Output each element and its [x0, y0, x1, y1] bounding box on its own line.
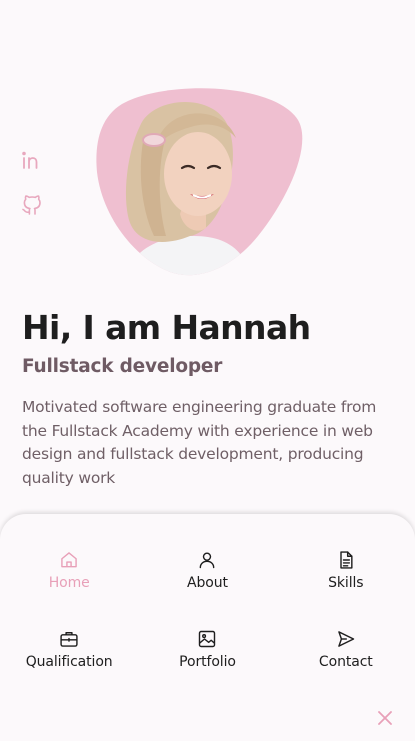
hero-subtitle: Fullstack developer: [22, 356, 223, 377]
image-icon: [199, 630, 216, 648]
social-links: [20, 148, 44, 216]
nav-label-qualification: Qualification: [25, 654, 113, 670]
nav-label-portfolio: Portfolio: [179, 654, 236, 670]
file-icon: [340, 551, 353, 569]
nav-item-portfolio[interactable]: Portfolio: [138, 629, 276, 670]
briefcase-icon: [60, 632, 78, 647]
nav-item-about[interactable]: About: [138, 550, 276, 591]
nav-label-contact: Contact: [318, 654, 373, 670]
nav-label-home: Home: [48, 575, 90, 591]
nav-label-about: About: [187, 575, 228, 591]
hero-title: Hi, I am Hannah: [22, 308, 311, 347]
nav-label-skills: Skills: [328, 575, 364, 591]
portfolio-page: Hi, I am Hannah Fullstack developer Moti…: [0, 0, 415, 741]
nav-menu-sheet: Home About Skills Qualification Portfoli…: [0, 514, 415, 741]
nav-item-skills[interactable]: Skills: [277, 550, 415, 591]
close-icon[interactable]: [377, 710, 393, 726]
github-icon[interactable]: [20, 192, 44, 216]
avatar-photo: [94, 86, 304, 278]
home-icon: [61, 552, 77, 568]
nav-grid: Home About Skills Qualification Portfoli…: [0, 550, 415, 670]
nav-item-contact[interactable]: Contact: [277, 629, 415, 670]
linkedin-icon[interactable]: [20, 148, 44, 172]
nav-item-qualification[interactable]: Qualification: [0, 629, 138, 670]
nav-item-home[interactable]: Home: [0, 550, 138, 591]
send-icon: [338, 631, 355, 647]
hero-description: Motivated software engineering graduate …: [22, 398, 377, 487]
user-icon: [200, 552, 215, 569]
